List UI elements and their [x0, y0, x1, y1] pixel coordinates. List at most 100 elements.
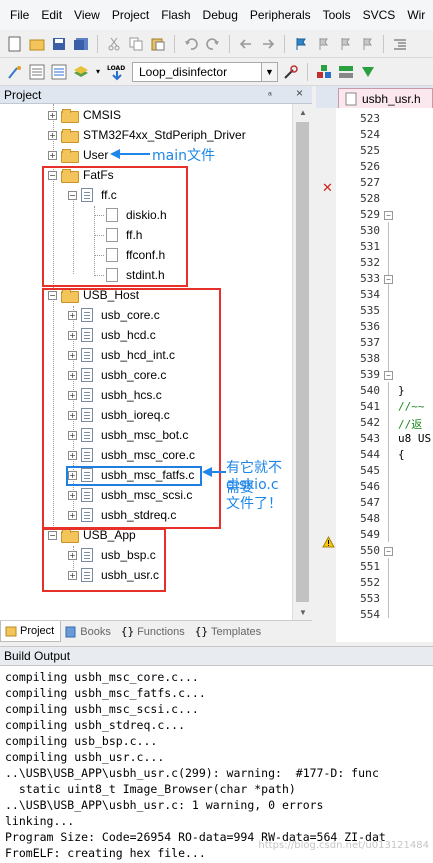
- dropdown-arrow-icon[interactable]: ▾: [94, 63, 102, 81]
- manage-packs-icon[interactable]: [337, 63, 355, 81]
- menu-view[interactable]: View: [68, 0, 106, 30]
- standard-toolbar: [0, 30, 433, 58]
- chevron-down-icon[interactable]: ▼: [261, 62, 277, 81]
- expand-icon[interactable]: +: [48, 110, 57, 120]
- project-tree-scrollbar[interactable]: ▲ ▼: [292, 104, 312, 620]
- functions-icon: {}: [120, 625, 135, 638]
- menu-window[interactable]: Wir: [401, 0, 431, 30]
- tree-label-user: User: [83, 148, 109, 162]
- line-number: 526: [360, 160, 380, 173]
- fold-toggle-icon[interactable]: −: [384, 211, 393, 220]
- bookmark-next-icon[interactable]: [336, 35, 354, 53]
- line-number: 547: [360, 496, 380, 509]
- scroll-down-icon[interactable]: ▼: [293, 604, 313, 620]
- editor-tab-strip: usbh_usr.h: [316, 86, 433, 108]
- redo-icon[interactable]: [204, 35, 222, 53]
- cut-icon[interactable]: [105, 35, 123, 53]
- menu-tools[interactable]: Tools: [317, 0, 357, 30]
- tree-folder-stdperiph[interactable]: + STM32F4xx_StdPeriph_Driver: [48, 125, 246, 145]
- select-packs-icon[interactable]: [359, 63, 377, 81]
- expand-icon[interactable]: +: [48, 150, 57, 160]
- tab-functions[interactable]: {} Functions: [117, 621, 191, 642]
- menu-svcs[interactable]: SVCS: [357, 0, 402, 30]
- editor-code[interactable]: 523 524 525 526 527 528 529 530 531 532 …: [336, 108, 433, 642]
- tab-templates[interactable]: {} Templates: [191, 621, 267, 642]
- translate-icon[interactable]: [6, 63, 24, 81]
- line-number: 546: [360, 480, 380, 493]
- line-number: 538: [360, 352, 380, 365]
- build-output-log[interactable]: compiling usbh_msc_core.c... compiling u…: [0, 666, 433, 863]
- tree-folder-user[interactable]: + User: [48, 145, 108, 165]
- fatfs-highlight-box: [42, 166, 188, 287]
- menu-edit[interactable]: Edit: [35, 0, 68, 30]
- nav-back-icon[interactable]: [237, 35, 255, 53]
- build-log-line: ..\USB\USB_APP\usbh_usr.c(299): warning:…: [5, 766, 379, 780]
- fold-toggle-icon[interactable]: −: [384, 547, 393, 556]
- menu-project[interactable]: Project: [106, 0, 155, 30]
- manage-components-icon[interactable]: [315, 63, 333, 81]
- line-number: 537: [360, 336, 380, 349]
- code-line-543: u8 US: [398, 432, 432, 445]
- batch-build-icon[interactable]: [72, 63, 90, 81]
- line-number: 542: [360, 416, 380, 429]
- svg-text:LOAD: LOAD: [107, 65, 125, 72]
- load-download-icon[interactable]: LOAD: [106, 63, 128, 81]
- menu-debug[interactable]: Debug: [197, 0, 244, 30]
- tab-project[interactable]: Project: [0, 621, 62, 642]
- target-select-value: Loop_disinfector: [139, 64, 228, 79]
- tab-books-label: Books: [80, 625, 111, 638]
- line-number: 545: [360, 464, 380, 477]
- build-log-line: compiling usbh_stdreq.c...: [5, 718, 186, 732]
- open-folder-icon[interactable]: [28, 35, 46, 53]
- books-icon: [65, 626, 76, 637]
- line-number: 530: [360, 224, 380, 237]
- editor-tab-usbh-usr-h[interactable]: usbh_usr.h: [338, 88, 433, 108]
- error-icon: ✕: [322, 181, 333, 196]
- fold-toggle-icon[interactable]: −: [384, 371, 393, 380]
- diskio-annotation-line2: diskio.c文件了！: [226, 477, 282, 512]
- scrollbar-thumb[interactable]: [296, 122, 309, 602]
- menu-flash[interactable]: Flash: [155, 0, 196, 30]
- copy-icon[interactable]: [127, 35, 145, 53]
- menu-file[interactable]: File: [4, 0, 35, 30]
- line-number: 525: [360, 144, 380, 157]
- tree-folder-cmsis[interactable]: + CMSIS: [48, 105, 121, 125]
- line-number: 539: [360, 368, 380, 381]
- folder-icon: [61, 109, 79, 123]
- indent-icon[interactable]: [391, 35, 409, 53]
- save-all-icon[interactable]: [72, 35, 90, 53]
- target-select[interactable]: Loop_disinfector ▼: [132, 61, 278, 82]
- tab-templates-label: Templates: [211, 625, 262, 638]
- project-tree: + CMSIS + STM32F4xx_StdPeriph_Driver + U…: [0, 104, 292, 620]
- pin-icon[interactable]: ₐ: [268, 87, 272, 98]
- fold-toggle-icon[interactable]: −: [384, 275, 393, 284]
- editor-tab-label: usbh_usr.h: [362, 91, 421, 106]
- project-panel-header: Project ₐ ×: [0, 86, 312, 104]
- target-options-icon[interactable]: [282, 63, 300, 81]
- bookmark-icon[interactable]: [292, 35, 310, 53]
- editor-gutter: ✕: [316, 108, 336, 642]
- scroll-up-icon[interactable]: ▲: [293, 104, 313, 120]
- msc-fatfs-highlight-box: [66, 466, 202, 486]
- watermark: https://blog.csdn.net/u013121484: [258, 840, 429, 851]
- rebuild-icon[interactable]: [50, 63, 68, 81]
- undo-icon[interactable]: [182, 35, 200, 53]
- build-icon[interactable]: [28, 63, 46, 81]
- new-file-icon[interactable]: [6, 35, 24, 53]
- diskio-arrow-icon: [202, 467, 226, 477]
- paste-icon[interactable]: [149, 35, 167, 53]
- build-log-line: static uint8_t Image_Browser(char *path): [5, 782, 296, 796]
- bookmark-clear-icon[interactable]: [358, 35, 376, 53]
- menu-peripherals[interactable]: Peripherals: [244, 0, 317, 30]
- code-line-542: //返: [398, 418, 423, 431]
- build-log-line: ..\USB\USB_APP\usbh_usr.c: 1 warning, 0 …: [5, 798, 324, 812]
- save-icon[interactable]: [50, 35, 68, 53]
- bookmark-prev-icon[interactable]: [314, 35, 332, 53]
- tab-books[interactable]: Books: [61, 621, 117, 642]
- build-log-line: compiling usbh_usr.c...: [5, 750, 165, 764]
- nav-forward-icon[interactable]: [259, 35, 277, 53]
- build-log-line: linking...: [5, 814, 75, 828]
- expand-icon[interactable]: +: [48, 130, 57, 140]
- close-icon[interactable]: ×: [296, 86, 303, 100]
- line-number: 550: [360, 544, 380, 557]
